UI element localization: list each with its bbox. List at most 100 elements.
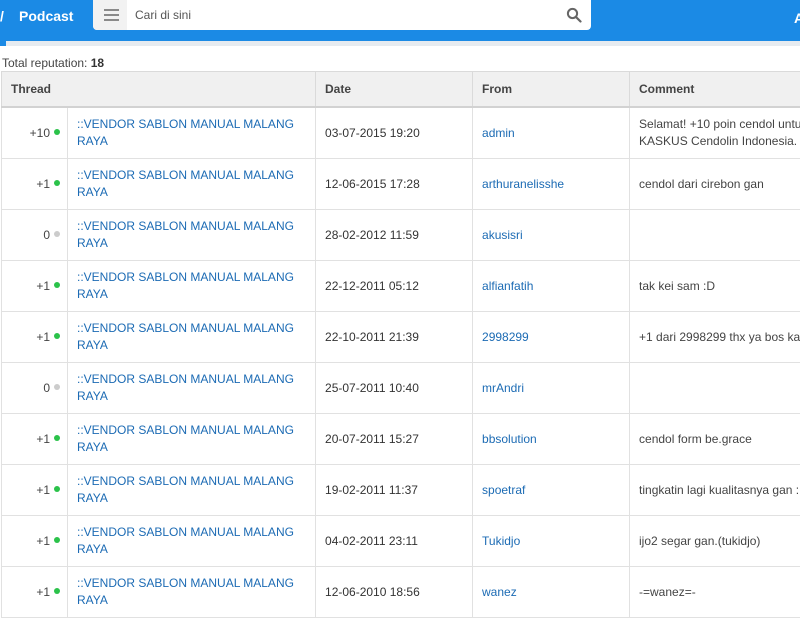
user-link[interactable]: wanez [482,585,517,599]
comment-cell: tak kei sam :D [630,261,800,312]
top-navigation-bar: / Podcast A [0,0,800,41]
thread-link[interactable]: ::VENDOR SABLON MANUAL MALANG RAYA [77,117,294,148]
thread-link[interactable]: ::VENDOR SABLON MANUAL MALANG RAYA [77,474,294,505]
reputation-value: +1 [36,177,50,191]
thread-cell: ::VENDOR SABLON MANUAL MALANG RAYA [68,516,316,567]
thread-link[interactable]: ::VENDOR SABLON MANUAL MALANG RAYA [77,270,294,301]
total-reputation-value: 18 [91,56,104,70]
reputation-status-dot [54,537,60,543]
reputation-status-dot [54,435,60,441]
comment-cell: ijo2 segar gan.(tukidjo) [630,516,800,567]
thread-cell: ::VENDOR SABLON MANUAL MALANG RAYA [68,567,316,618]
user-link[interactable]: alfianfatih [482,279,533,293]
table-row: 0::VENDOR SABLON MANUAL MALANG RAYA 25-07… [2,363,800,414]
table-row: +10::VENDOR SABLON MANUAL MALANG RAYA 03-… [2,107,800,159]
user-link[interactable]: admin [482,126,515,140]
table-row: +1::VENDOR SABLON MANUAL MALANG RAYA 04-0… [2,516,800,567]
reputation-value: +1 [36,483,50,497]
table-row: +1::VENDOR SABLON MANUAL MALANG RAYA12-0… [2,567,800,618]
date-cell: 12-06-2015 17:28 [316,159,473,210]
thread-link[interactable]: ::VENDOR SABLON MANUAL MALANG RAYA [77,219,294,250]
thread-link[interactable]: ::VENDOR SABLON MANUAL MALANG RAYA [77,372,294,403]
thread-link[interactable]: ::VENDOR SABLON MANUAL MALANG RAYA [77,321,294,352]
reputation-status-dot [54,384,60,390]
user-link[interactable]: arthuranelisshe [482,177,564,191]
thread-link[interactable]: ::VENDOR SABLON MANUAL MALANG RAYA [77,423,294,454]
from-cell: 2998299 [473,312,630,363]
from-cell: wanez [473,567,630,618]
reputation-cell: +1 [2,516,68,567]
comment-cell [630,210,800,261]
podcast-link[interactable]: Podcast [19,8,73,24]
comment-cell: -=wanez=- [630,567,800,618]
reputation-cell: +10 [2,107,68,159]
column-header-from: From [473,72,630,108]
reputation-cell: +1 [2,567,68,618]
total-reputation-label: Total reputation: [2,56,87,70]
reputation-cell: +1 [2,159,68,210]
search-icon[interactable] [566,7,582,23]
reputation-status-dot [54,231,60,237]
column-header-thread: Thread [2,72,316,108]
reputation-value: +1 [36,330,50,344]
reputation-cell: +1 [2,465,68,516]
date-cell: 28-02-2012 11:59 [316,210,473,261]
table-row: +1::VENDOR SABLON MANUAL MALANG RAYA 19-0… [2,465,800,516]
date-cell: 03-07-2015 19:20 [316,107,473,159]
table-row: +1::VENDOR SABLON MANUAL MALANG RAYA 12-0… [2,159,800,210]
from-cell: akusisri [473,210,630,261]
nav-item-partial[interactable]: A [794,10,800,26]
reputation-value: +1 [36,432,50,446]
table-row: +1::VENDOR SABLON MANUAL MALANG RAYA20-0… [2,414,800,465]
reputation-cell: +1 [2,414,68,465]
thread-cell: ::VENDOR SABLON MANUAL MALANG RAYA [68,363,316,414]
comment-cell: +1 dari 2998299 thx ya bos ka [630,312,800,363]
reputation-value: +1 [36,279,50,293]
thread-cell: ::VENDOR SABLON MANUAL MALANG RAYA [68,107,316,159]
menu-icon[interactable] [93,0,127,30]
thread-cell: ::VENDOR SABLON MANUAL MALANG RAYA [68,210,316,261]
thread-link[interactable]: ::VENDOR SABLON MANUAL MALANG RAYA [77,525,294,556]
reputation-status-dot [54,588,60,594]
reputation-status-dot [54,180,60,186]
column-header-date: Date [316,72,473,108]
header-accent [0,41,6,46]
from-cell: Tukidjo [473,516,630,567]
reputation-status-dot [54,486,60,492]
user-link[interactable]: spoetraf [482,483,525,497]
reputation-cell: 0 [2,210,68,261]
reputation-value: 0 [43,228,50,242]
user-link[interactable]: akusisri [482,228,523,242]
reputation-value: +1 [36,585,50,599]
thread-cell: ::VENDOR SABLON MANUAL MALANG RAYA [68,261,316,312]
date-cell: 22-10-2011 21:39 [316,312,473,363]
from-cell: spoetraf [473,465,630,516]
reputation-value: +10 [30,126,50,140]
reputation-table: Thread Date From Comment +10::VENDOR SAB… [1,71,800,618]
date-cell: 19-02-2011 11:37 [316,465,473,516]
total-reputation: Total reputation: 18 [2,56,104,70]
thread-link[interactable]: ::VENDOR SABLON MANUAL MALANG RAYA [77,576,294,607]
reputation-value: +1 [36,534,50,548]
user-link[interactable]: Tukidjo [482,534,520,548]
reputation-status-dot [54,282,60,288]
table-row: +1::VENDOR SABLON MANUAL MALANG RAYA22-1… [2,261,800,312]
user-link[interactable]: 2998299 [482,330,529,344]
comment-cell: cendol form be.grace [630,414,800,465]
thread-cell: ::VENDOR SABLON MANUAL MALANG RAYA [68,159,316,210]
from-cell: alfianfatih [473,261,630,312]
user-link[interactable]: bbsolution [482,432,537,446]
user-link[interactable]: mrAndri [482,381,524,395]
reputation-cell: +1 [2,312,68,363]
comment-cell [630,363,800,414]
date-cell: 25-07-2011 10:40 [316,363,473,414]
reputation-cell: 0 [2,363,68,414]
reputation-status-dot [54,129,60,135]
header-divider [0,41,800,46]
date-cell: 04-02-2011 23:11 [316,516,473,567]
brand-partial-text: / [0,8,4,24]
thread-link[interactable]: ::VENDOR SABLON MANUAL MALANG RAYA [77,168,294,199]
search-input[interactable] [135,6,535,24]
comment-cell: cendol dari cirebon gan [630,159,800,210]
table-row: +1::VENDOR SABLON MANUAL MALANG RAYA 22-1… [2,312,800,363]
